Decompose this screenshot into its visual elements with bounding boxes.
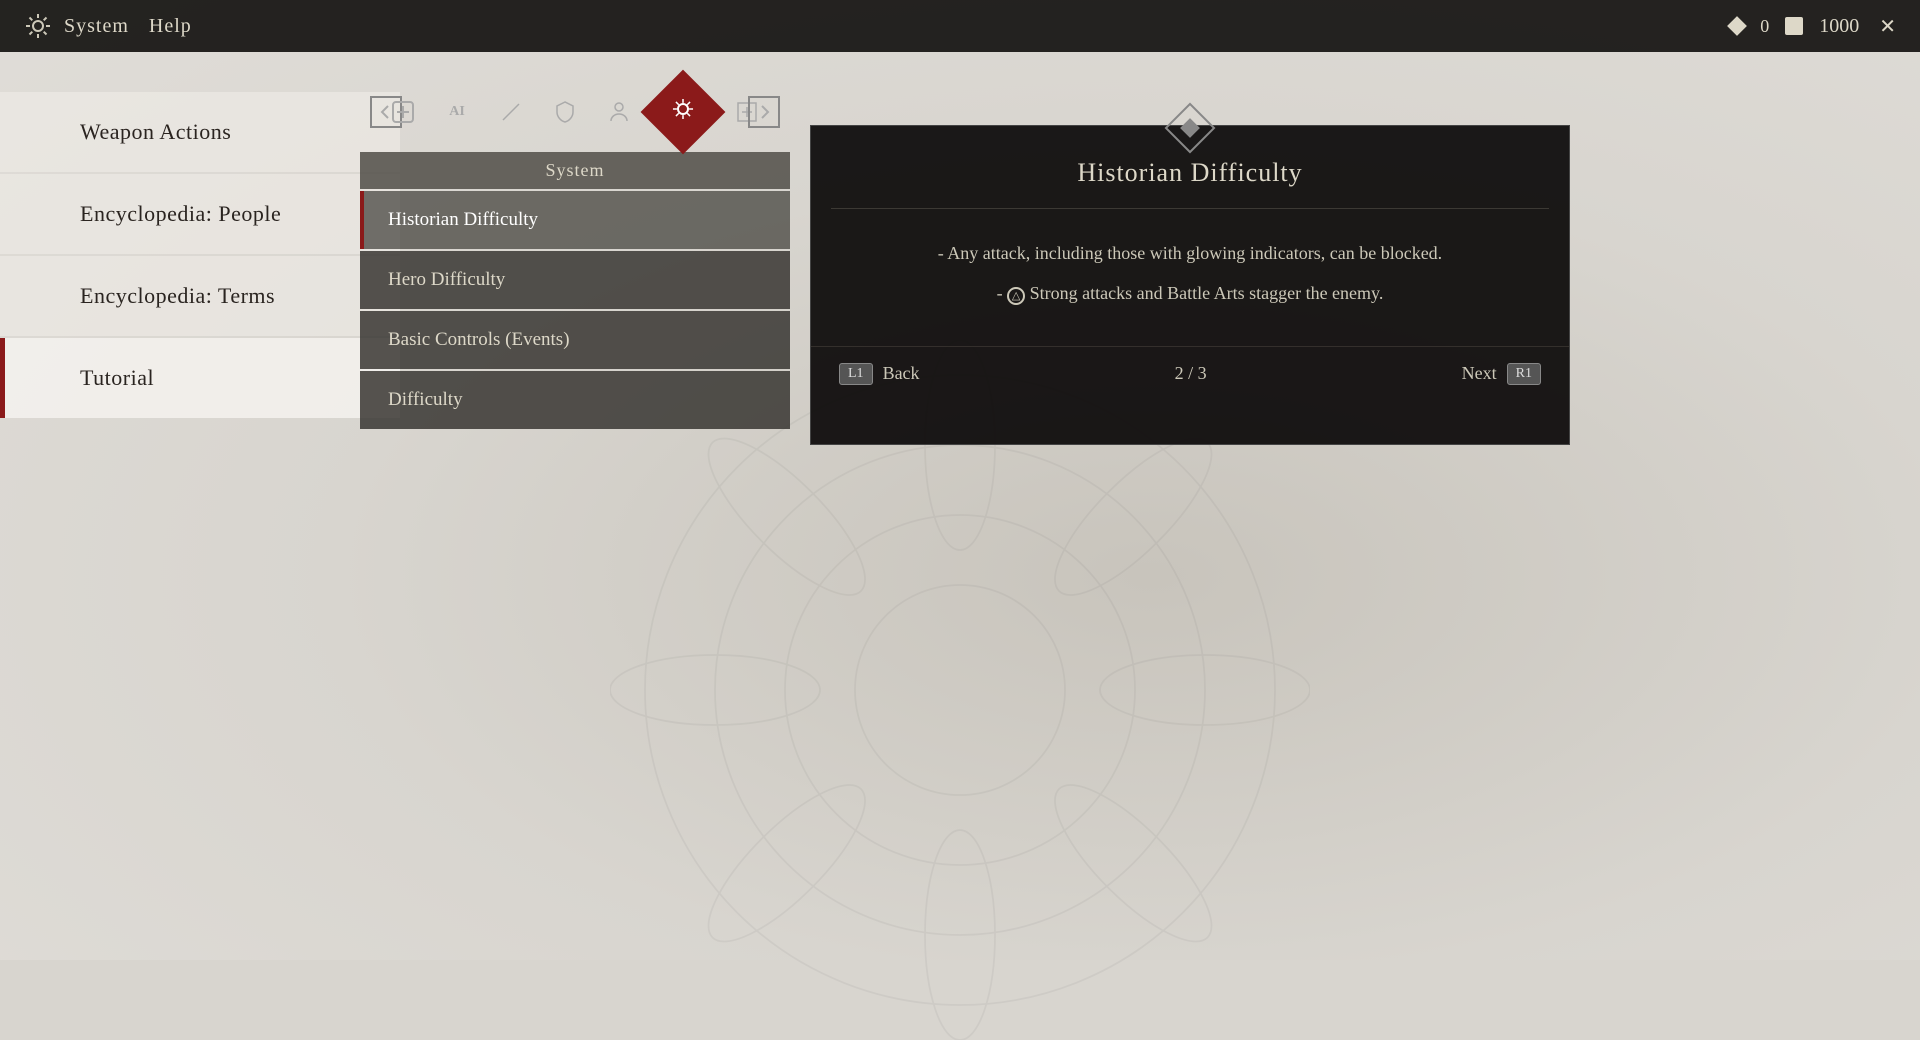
center-panel: AI [360, 52, 790, 431]
detail-content-line-1: - Any attack, including those with glowi… [847, 237, 1533, 269]
topbar-left: System Help [24, 12, 192, 40]
menu-item-basic-controls[interactable]: Basic Controls (Events) [360, 311, 790, 369]
close-icon[interactable]: ✕ [1879, 14, 1896, 39]
menu-item-label-basic-controls: Basic Controls (Events) [388, 329, 570, 350]
pagination: 2 / 3 [1175, 363, 1207, 384]
topbar: System Help 0 1000 ✕ [0, 0, 1920, 52]
sidebar-item-encyclopedia-people[interactable]: Encyclopedia: People [0, 174, 400, 254]
menu-item-label-difficulty: Difficulty [388, 389, 463, 410]
topbar-system-label: System [64, 15, 129, 38]
currency-diamond-icon [1727, 16, 1747, 36]
tab-next-arrow[interactable] [748, 96, 780, 128]
menu-item-difficulty[interactable]: Difficulty [360, 371, 790, 429]
back-button[interactable]: L1 Back [839, 363, 920, 385]
bg-ornament [610, 340, 1310, 1040]
sidebar-label-weapon-actions: Weapon Actions [80, 119, 231, 145]
detail-footer: L1 Back 2 / 3 Next R1 [811, 346, 1569, 401]
topbar-right: 0 1000 ✕ [1730, 14, 1896, 39]
back-badge: L1 [839, 363, 873, 385]
section-label: System [360, 152, 790, 189]
tab-icon-ai[interactable]: AI [432, 87, 482, 137]
tab-icon-shield[interactable] [540, 87, 590, 137]
detail-content-line-2-text: Strong attacks and Battle Arts stagger t… [1030, 283, 1384, 303]
back-label: Back [883, 363, 920, 384]
sidebar-label-tutorial: Tutorial [80, 365, 154, 391]
detail-panel: Historian Difficulty - Any attack, inclu… [810, 125, 1570, 445]
currency-count: 0 [1760, 16, 1769, 37]
detail-content-line-2: - △ Strong attacks and Battle Arts stagg… [847, 277, 1533, 309]
menu-list: Historian Difficulty Hero Difficulty Bas… [360, 191, 790, 429]
currency-total: 1000 [1819, 15, 1859, 38]
detail-content: - Any attack, including those with glowi… [811, 209, 1569, 338]
menu-item-historian-difficulty[interactable]: Historian Difficulty [360, 191, 790, 249]
tab-icon-sword[interactable] [486, 87, 536, 137]
sidebar-item-tutorial[interactable]: Tutorial [0, 338, 400, 418]
tab-icon-system-active[interactable] [648, 77, 718, 147]
tab-icon-person[interactable] [594, 87, 644, 137]
next-label: Next [1462, 363, 1497, 384]
stop-icon [1785, 17, 1803, 35]
sidebar-label-encyclopedia-terms: Encyclopedia: Terms [80, 283, 275, 309]
next-badge: R1 [1507, 363, 1541, 385]
sidebar-item-encyclopedia-terms[interactable]: Encyclopedia: Terms [0, 256, 400, 336]
sidebar-label-encyclopedia-people: Encyclopedia: People [80, 201, 281, 227]
gear-icon [24, 12, 52, 40]
detail-header-diamond [1168, 106, 1212, 150]
menu-item-hero-difficulty[interactable]: Hero Difficulty [360, 251, 790, 309]
tab-icons-row: AI [360, 52, 790, 152]
triangle-icon: △ [1007, 287, 1025, 305]
menu-item-label-historian: Historian Difficulty [388, 209, 538, 230]
sidebar: Weapon Actions Encyclopedia: People Ency… [0, 52, 400, 960]
menu-item-label-hero: Hero Difficulty [388, 269, 505, 290]
next-button[interactable]: Next R1 [1462, 363, 1541, 385]
topbar-help-label: Help [149, 15, 192, 38]
tab-icon-1[interactable] [378, 87, 428, 137]
